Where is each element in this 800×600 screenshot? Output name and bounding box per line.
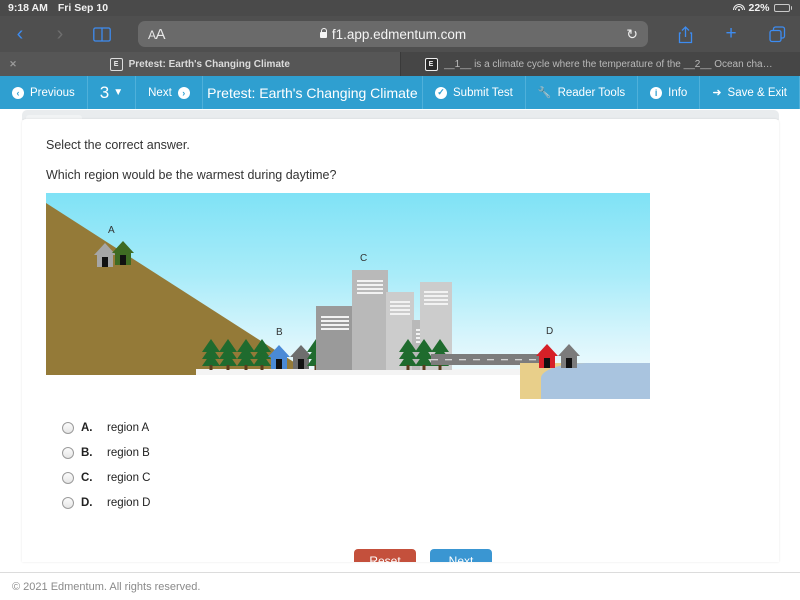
browser-tab-2[interactable]: E __1__ is a climate cycle where the tem… — [399, 52, 800, 76]
option-d-letter: D. — [81, 496, 93, 509]
question-card: Select the correct answer. Which region … — [22, 119, 779, 562]
landscape-diagram: A B C D — [46, 193, 650, 405]
option-a[interactable]: A. region A — [62, 415, 150, 440]
next-button-label: Next — [148, 86, 172, 99]
arrow-left-circle-icon: ‹ — [12, 86, 24, 99]
favicon-icon: E — [109, 57, 123, 71]
book-icon[interactable] — [80, 26, 124, 42]
battery-percent-label: 22% — [748, 2, 770, 14]
reader-tools-button[interactable]: 🔧 Reader Tools — [526, 76, 639, 109]
question-text: Which region would be the warmest during… — [46, 168, 337, 182]
option-a-letter: A. — [81, 421, 93, 434]
lock-icon — [319, 27, 328, 38]
address-bar[interactable]: AA f1.app.edmentum.com ↻ — [138, 21, 648, 47]
battery-icon — [773, 4, 792, 12]
browser-toolbar: ‹ › AA f1.app.edmentum.com ↻ + — [0, 16, 800, 52]
previous-button[interactable]: ‹ Previous — [0, 76, 88, 109]
forward-icon[interactable]: › — [40, 24, 80, 44]
wrench-icon: 🔧 — [537, 87, 552, 99]
footer: © 2021 Edmentum. All rights reserved. — [0, 572, 800, 600]
answer-options: A. region A B. region B C. region C D. r… — [62, 415, 150, 515]
wifi-icon — [732, 4, 745, 13]
previous-button-label: Previous — [30, 86, 75, 99]
save-exit-label: Save & Exit — [727, 86, 787, 99]
tabs-overview-icon[interactable] — [754, 25, 800, 43]
label-c: C — [360, 253, 368, 264]
info-circle-icon: i — [650, 86, 663, 99]
browser-tab-strip: ✕ E Pretest: Earth's Changing Climate E … — [0, 52, 800, 76]
check-circle-icon: ✓ — [435, 86, 447, 99]
reset-button[interactable]: Reset — [354, 549, 416, 562]
new-tab-icon[interactable]: + — [708, 23, 754, 45]
browser-tab-1-label: Pretest: Earth's Changing Climate — [128, 58, 290, 70]
radio-button[interactable] — [62, 421, 74, 434]
chevron-down-icon: ▼ — [113, 87, 124, 98]
option-d-label: region D — [107, 496, 151, 509]
building-c-1 — [316, 306, 354, 370]
ios-status-bar: 9:18 AM Fri Sep 10 22% — [0, 0, 800, 16]
label-d: D — [546, 326, 554, 337]
browser-tab-2-label: __1__ is a climate cycle where the tempe… — [443, 58, 777, 70]
page-number: 3 — [99, 82, 110, 102]
instruction-text: Select the correct answer. — [46, 138, 190, 152]
option-c[interactable]: C. region C — [62, 465, 150, 490]
status-bar-right: 22% — [732, 2, 800, 14]
reader-tools-label: Reader Tools — [557, 86, 626, 99]
info-button[interactable]: i Info — [638, 76, 701, 109]
label-a: A — [108, 225, 115, 236]
favicon-icon: E — [424, 57, 438, 71]
radio-button[interactable] — [62, 446, 74, 459]
submit-test-button[interactable]: ✓ Submit Test — [423, 76, 526, 109]
arrow-right-circle-icon: › — [177, 86, 190, 99]
share-icon[interactable] — [662, 25, 708, 44]
option-b-letter: B. — [81, 446, 93, 459]
option-d[interactable]: D. region D — [62, 490, 150, 515]
assessment-title: Pretest: Earth's Changing Climate — [203, 76, 423, 109]
status-bar-left: 9:18 AM Fri Sep 10 — [0, 2, 108, 14]
radio-button[interactable] — [62, 471, 74, 484]
exit-icon: ➜ — [712, 87, 722, 99]
status-date: Fri Sep 10 — [57, 2, 109, 14]
building-c-2 — [352, 270, 388, 370]
option-c-letter: C. — [81, 471, 93, 484]
screen: 9:18 AM Fri Sep 10 22% ‹ › AA f1.app.edm… — [0, 0, 800, 600]
edmentum-toolbar: ‹ Previous 3 ▼ Next › Pretest: Earth's C… — [0, 76, 800, 109]
radio-button[interactable] — [62, 496, 74, 509]
option-b-label: region B — [107, 446, 150, 459]
reload-icon[interactable]: ↻ — [626, 26, 638, 43]
back-icon[interactable]: ‹ — [0, 24, 40, 44]
url-text: f1.app.edmentum.com — [331, 26, 467, 42]
status-time: 9:18 AM — [8, 2, 48, 14]
submit-test-label: Submit Test — [453, 86, 513, 99]
option-b[interactable]: B. region B — [62, 440, 150, 465]
next-button[interactable]: Next › — [136, 76, 203, 109]
copyright-text: © 2021 Edmentum. All rights reserved. — [12, 581, 201, 593]
option-c-label: region C — [107, 471, 151, 484]
page-selector[interactable]: 3 ▼ — [88, 76, 137, 109]
close-icon[interactable]: ✕ — [8, 59, 18, 69]
browser-tab-1[interactable]: ✕ E Pretest: Earth's Changing Climate — [0, 52, 400, 76]
url-display: f1.app.edmentum.com — [138, 27, 648, 42]
label-b: B — [276, 327, 283, 338]
water — [541, 363, 650, 399]
next-question-button[interactable]: Next — [430, 549, 492, 562]
option-a-label: region A — [107, 421, 150, 434]
save-exit-button[interactable]: ➜ Save & Exit — [700, 76, 800, 109]
info-label: Info — [668, 86, 688, 99]
